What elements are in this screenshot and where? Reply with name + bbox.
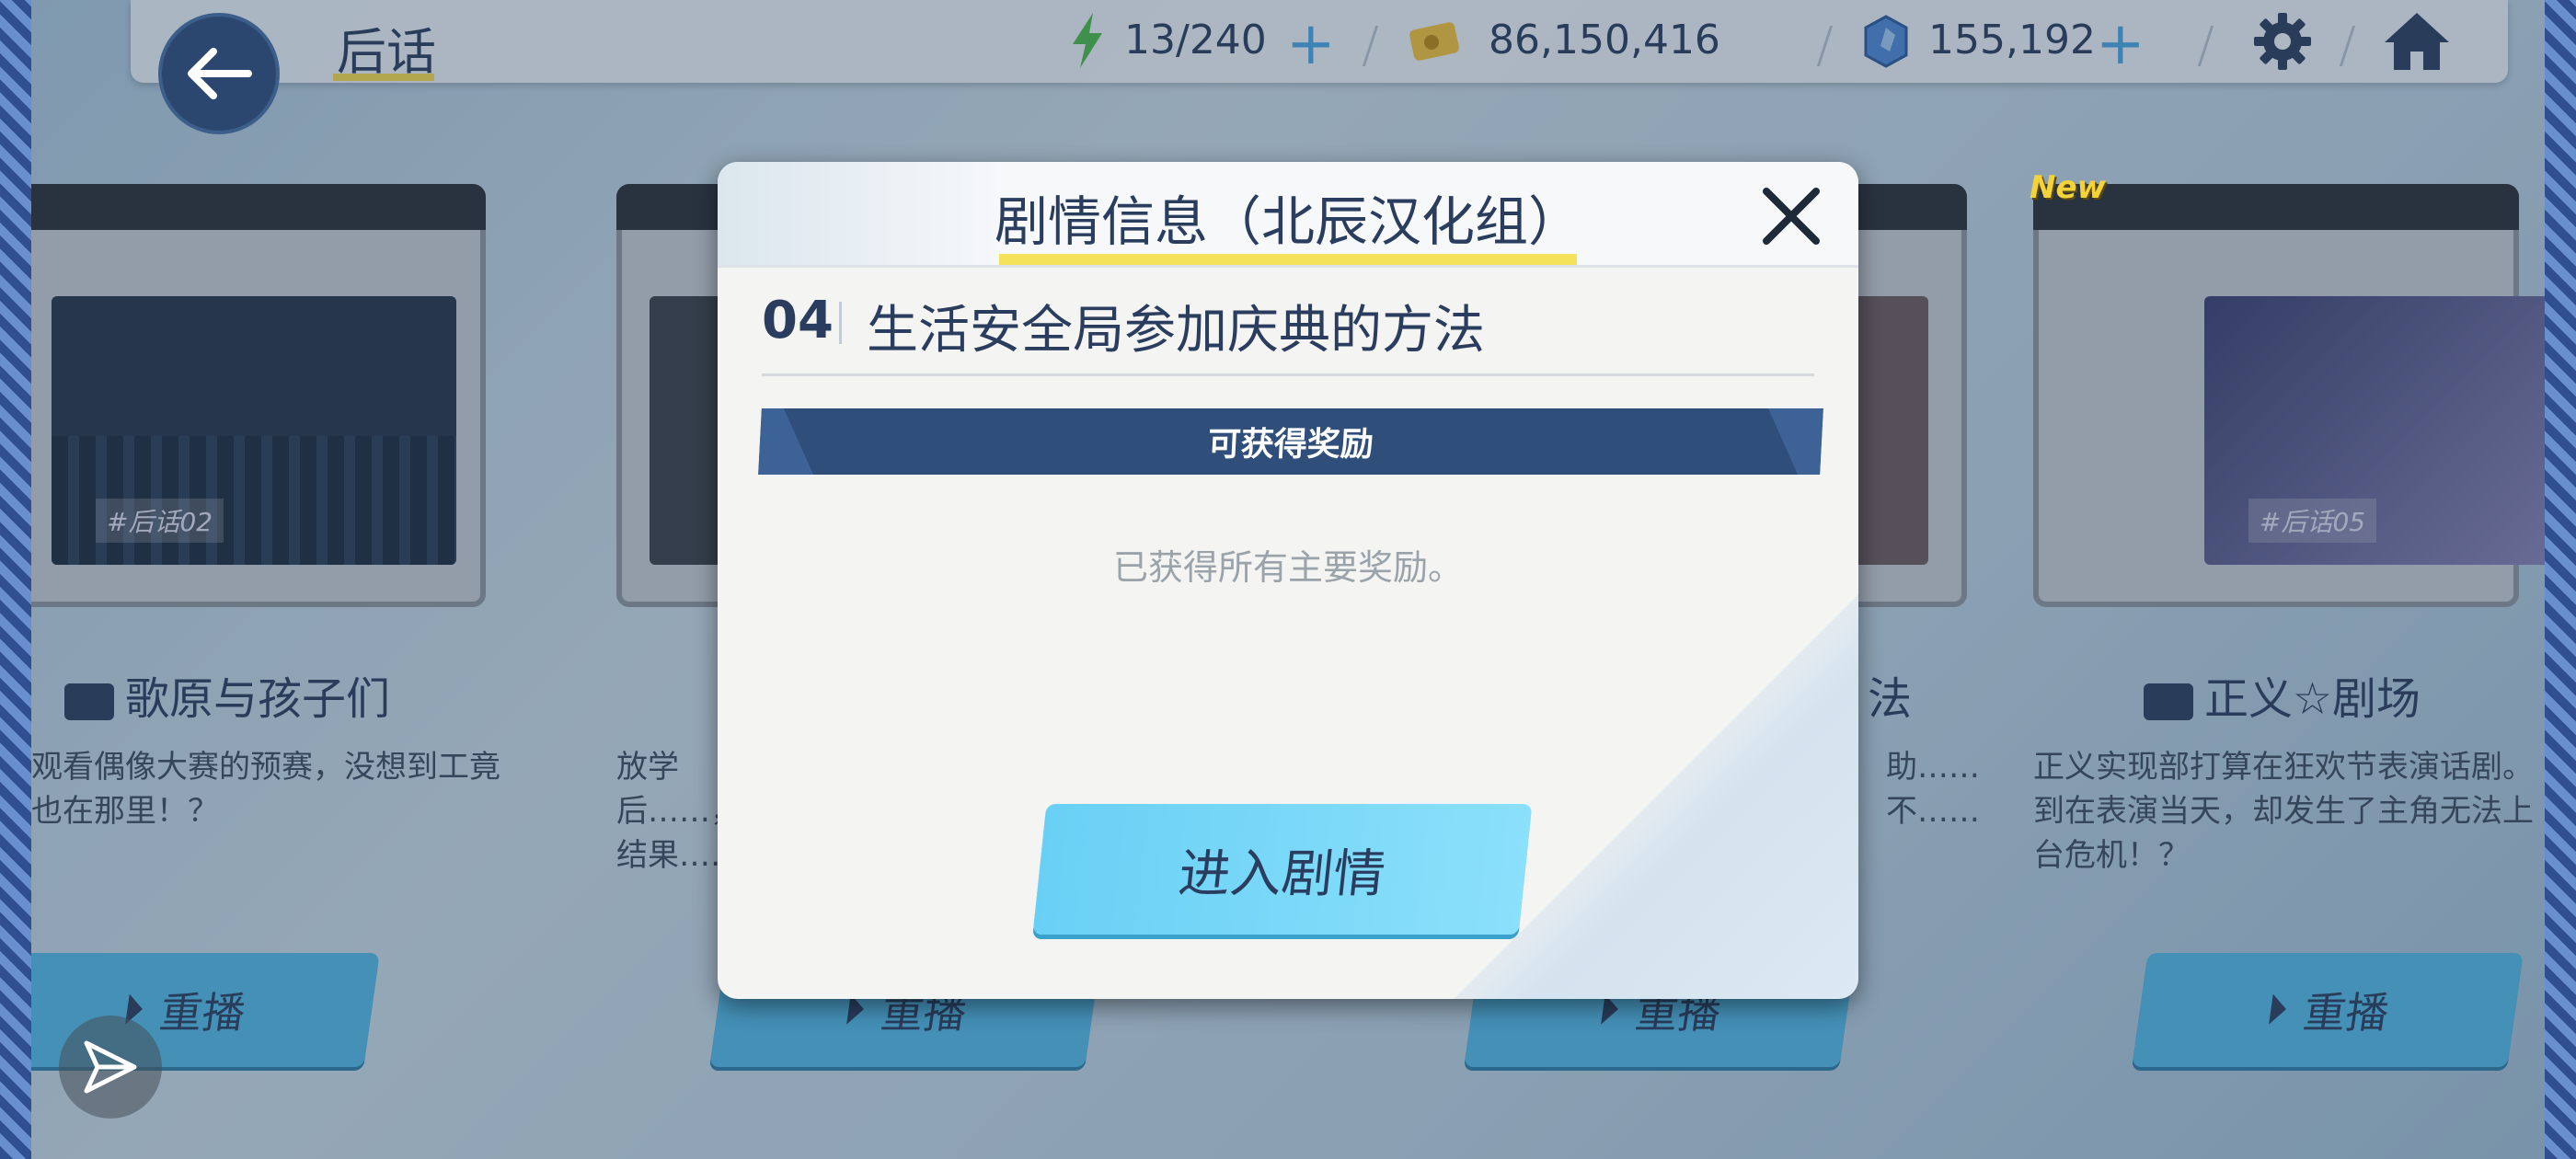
card-description: 助……不…… bbox=[1886, 749, 1980, 830]
episode-tag: #后话02 bbox=[96, 499, 224, 543]
divider bbox=[2197, 26, 2214, 66]
stamina-value: 13/240 bbox=[1124, 17, 1267, 63]
divider bbox=[762, 373, 1814, 376]
decorative-triangles bbox=[1454, 594, 1858, 999]
credit-card-icon bbox=[1409, 22, 1459, 61]
divider bbox=[1816, 26, 1834, 66]
page-title: 后话 bbox=[337, 23, 436, 81]
story-card-1[interactable]: #后话02 歌原与孩子们 去观看偶像大赛的预赛，没想到工竟然也在那里！？ ⏵重播 bbox=[31, 184, 500, 1067]
story-info-dialog: 剧情信息（北辰汉化组） 04 生活安全局参加庆典的方法 可获得奖励 已获得所有主… bbox=[718, 162, 1858, 999]
chat-icon bbox=[2144, 683, 2193, 720]
gear-icon[interactable] bbox=[2252, 11, 2313, 72]
chat-icon bbox=[64, 683, 114, 720]
card-description: 去观看偶像大赛的预赛，没想到工竟然也在那里！？ bbox=[31, 749, 500, 830]
enter-story-button[interactable]: 进入剧情 bbox=[1032, 804, 1533, 935]
play-icon: ⏵ bbox=[2262, 984, 2292, 1034]
card-title: 歌原与孩子们 bbox=[64, 662, 390, 727]
thumbnail-image: #后话05 bbox=[2204, 296, 2545, 565]
divider bbox=[1362, 26, 1379, 66]
story-card-4[interactable]: New #后话05 正义☆剧场 正义实现部打算在狂欢节表演话剧。到在表演当天，却… bbox=[2030, 169, 2545, 1067]
divider bbox=[2339, 26, 2356, 66]
episode-tag: #后话05 bbox=[2248, 499, 2377, 543]
tape-frame: #后话02 bbox=[31, 184, 486, 607]
episode-number: 04 bbox=[762, 291, 834, 350]
top-bar: 后话 13/240 + 86,150,416 155,192 + bbox=[131, 0, 2508, 83]
dialog-header: 剧情信息（北辰汉化组） bbox=[718, 162, 1858, 268]
arrow-left-icon bbox=[188, 48, 252, 99]
title-underline bbox=[333, 74, 434, 81]
reward-header: 可获得奖励 bbox=[758, 408, 1823, 475]
home-icon[interactable] bbox=[2383, 11, 2451, 72]
add-gems-button[interactable]: + bbox=[2096, 15, 2145, 74]
lightning-icon bbox=[1073, 13, 1102, 68]
back-button[interactable] bbox=[158, 13, 280, 134]
new-badge: New bbox=[2030, 169, 2106, 206]
title-underline bbox=[999, 254, 1577, 265]
dialog-title: 剧情信息（北辰汉化组） bbox=[994, 190, 1581, 253]
add-stamina-button[interactable]: + bbox=[1286, 15, 1336, 74]
reward-status-text: 已获得所有主要奖励。 bbox=[1112, 547, 1463, 588]
card-title: 法 bbox=[1868, 673, 1913, 725]
thumbnail-image: #后话02 bbox=[52, 296, 456, 565]
share-button[interactable] bbox=[59, 1016, 162, 1119]
tape-frame: #后话05 bbox=[2033, 184, 2545, 607]
card-description: 正义实现部打算在狂欢节表演话剧。到在表演当天，却发生了主角无法上台危机！？ bbox=[2033, 749, 2534, 874]
close-icon[interactable] bbox=[1759, 184, 1823, 248]
replay-button[interactable]: ⏵ 重播 bbox=[2132, 953, 2524, 1067]
card-title: 正义☆剧场 bbox=[2144, 662, 2421, 727]
left-border-stripe bbox=[0, 0, 31, 1159]
gems-value: 155,192 bbox=[1928, 17, 2096, 63]
gem-icon bbox=[1864, 15, 1908, 68]
send-icon bbox=[84, 1040, 137, 1094]
right-border-stripe bbox=[2545, 0, 2576, 1159]
credits-value: 86,150,416 bbox=[1489, 17, 1720, 63]
episode-title: 生活安全局参加庆典的方法 bbox=[867, 301, 1485, 361]
divider bbox=[839, 302, 842, 344]
